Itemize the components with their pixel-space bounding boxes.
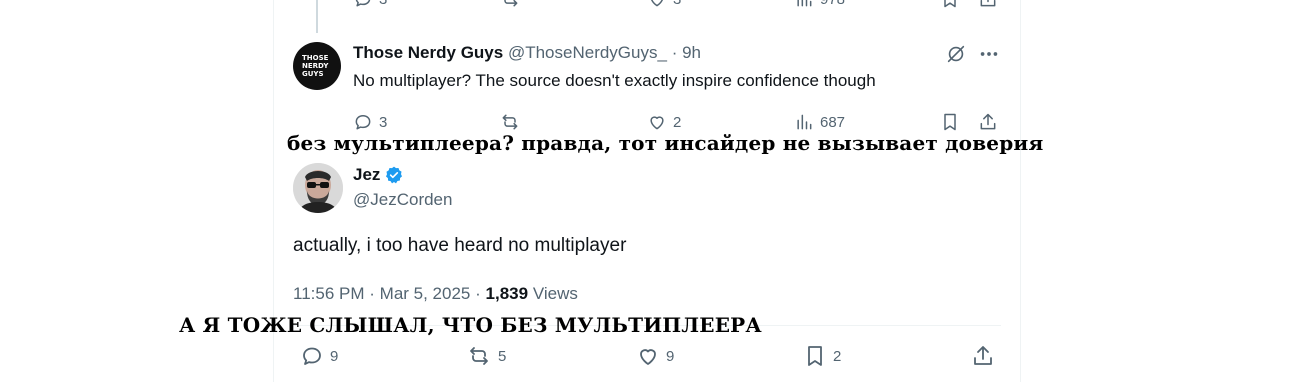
views-count: 1,839 bbox=[485, 284, 529, 303]
display-name[interactable]: Jez bbox=[353, 165, 380, 185]
avatar-photo bbox=[293, 163, 343, 213]
reply-icon bbox=[355, 0, 371, 7]
share-icon bbox=[980, 113, 996, 130]
handle[interactable]: @JezCorden bbox=[353, 190, 452, 210]
thread-connector-line bbox=[316, 0, 318, 33]
handle[interactable]: @ThoseNerdyGuys_ bbox=[508, 43, 667, 62]
retweet-button[interactable]: 5 bbox=[466, 344, 506, 368]
views-button[interactable]: 978 bbox=[794, 0, 845, 9]
views-button[interactable]: 687 bbox=[794, 112, 845, 132]
reply-count: 3 bbox=[379, 0, 387, 8]
author-name-row[interactable]: Jez bbox=[353, 165, 404, 185]
bookmark-button[interactable] bbox=[940, 112, 960, 132]
reply-icon bbox=[355, 115, 371, 130]
views-count: 687 bbox=[820, 113, 846, 131]
share-icon bbox=[980, 0, 996, 7]
retweet-button[interactable] bbox=[500, 0, 520, 9]
share-icon bbox=[974, 346, 992, 365]
reply-icon bbox=[303, 347, 321, 365]
timestamp[interactable]: 9h bbox=[682, 43, 701, 62]
grok-icon bbox=[947, 45, 965, 63]
views-count: 978 bbox=[820, 0, 845, 8]
dot-separator: · bbox=[369, 284, 375, 303]
overlay-caption-1: без мультиплеера? правда, тот инсайдер н… bbox=[287, 131, 1044, 155]
reply-button[interactable]: 9 bbox=[300, 344, 338, 368]
reply-count: 3 bbox=[379, 113, 388, 131]
bookmark-icon bbox=[808, 346, 822, 366]
bookmark-count: 2 bbox=[833, 347, 842, 365]
overlay-caption-2: А Я ТОЖЕ СЛЫШАЛ, ЧТО БЕЗ МУЛЬТИПЛЕЕРА bbox=[179, 313, 762, 337]
reply-count: 9 bbox=[330, 347, 339, 365]
avatar-logo-text: THOSE NERDY GUYS bbox=[302, 54, 329, 78]
like-count: 9 bbox=[666, 347, 675, 365]
tweet-meta: 11:56 PM · Mar 5, 2025 · 1,839 Views bbox=[293, 284, 578, 304]
like-button[interactable]: 2 bbox=[647, 112, 681, 132]
share-button[interactable] bbox=[971, 344, 995, 368]
grok-button[interactable] bbox=[945, 43, 967, 70]
like-count: 2 bbox=[673, 113, 682, 131]
tweet-time[interactable]: 11:56 PM bbox=[293, 284, 365, 303]
heart-icon bbox=[650, 116, 664, 130]
views-icon bbox=[797, 114, 812, 130]
avatar[interactable]: THOSE NERDY GUYS bbox=[293, 42, 341, 90]
more-options-button[interactable] bbox=[978, 43, 1000, 70]
share-button[interactable] bbox=[978, 0, 998, 9]
like-button[interactable]: 3 bbox=[647, 0, 681, 9]
bookmark-button[interactable]: 2 bbox=[803, 344, 841, 368]
retweet-icon bbox=[470, 347, 488, 365]
views-label: Views bbox=[532, 284, 578, 303]
tweet-text: No multiplayer? The source doesn't exact… bbox=[353, 71, 876, 90]
heart-icon bbox=[651, 0, 663, 7]
like-button[interactable]: 9 bbox=[636, 344, 674, 368]
dot-separator: · bbox=[671, 43, 678, 62]
retweet-icon bbox=[504, 0, 518, 7]
tweet-date[interactable]: Mar 5, 2025 bbox=[380, 284, 471, 303]
share-button[interactable] bbox=[978, 112, 998, 132]
like-count: 3 bbox=[673, 0, 681, 8]
more-icon bbox=[980, 52, 998, 56]
retweet-icon bbox=[502, 114, 518, 130]
display-name[interactable]: Those Nerdy Guys bbox=[353, 43, 503, 62]
retweet-count: 5 bbox=[498, 347, 507, 365]
bookmark-icon bbox=[944, 113, 956, 131]
dot-separator: · bbox=[475, 284, 481, 303]
tweet-header: Those Nerdy Guys @ThoseNerdyGuys_ · 9h bbox=[353, 43, 701, 63]
reply-button[interactable]: 3 bbox=[353, 112, 387, 132]
reply-button[interactable]: 3 bbox=[353, 0, 387, 9]
heart-icon bbox=[640, 349, 656, 365]
bookmark-button[interactable] bbox=[940, 0, 960, 9]
verified-badge-icon bbox=[386, 166, 403, 184]
bookmark-icon bbox=[944, 0, 956, 8]
views-icon bbox=[797, 0, 812, 7]
tweet-text: actually, i too have heard no multiplaye… bbox=[293, 235, 627, 256]
retweet-button[interactable] bbox=[500, 112, 520, 132]
avatar[interactable] bbox=[293, 163, 343, 213]
